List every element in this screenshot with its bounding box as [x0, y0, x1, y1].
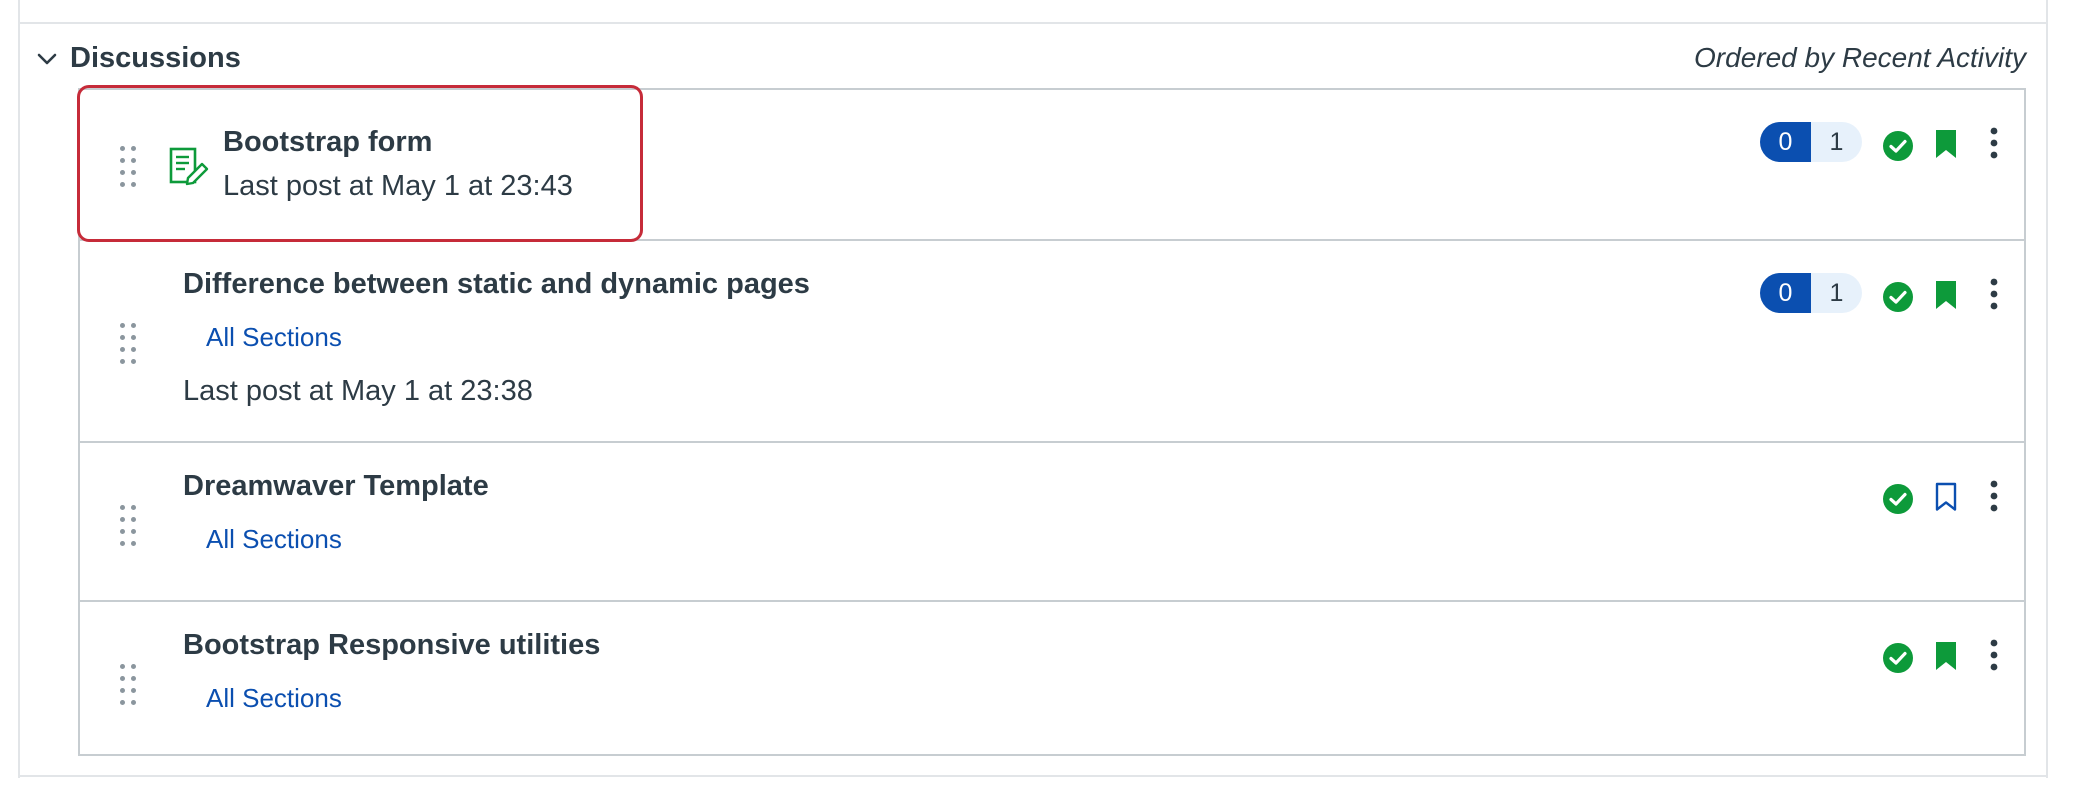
total-count: 1 [1811, 122, 1862, 162]
discussion-row[interactable]: Difference between static and dynamic pa… [80, 241, 2024, 443]
chevron-down-icon[interactable] [36, 48, 58, 70]
subscribed-bookmark-icon[interactable] [1934, 640, 1968, 674]
discussion-title-link[interactable]: Difference between static and dynamic pa… [183, 268, 810, 301]
sections-link[interactable]: All Sections [206, 524, 342, 555]
divider [18, 22, 2046, 24]
drag-handle-icon[interactable] [120, 505, 138, 549]
order-label: Ordered by Recent Activity [1694, 42, 2026, 73]
drag-handle-icon[interactable] [120, 664, 138, 708]
more-options-icon[interactable] [1988, 479, 2022, 513]
published-check-icon[interactable] [1882, 483, 1916, 517]
unread-count: 0 [1760, 273, 1811, 313]
published-check-icon[interactable] [1882, 642, 1916, 676]
unread-count: 0 [1760, 122, 1811, 162]
last-post-text: Last post at May 1 at 23:38 [183, 375, 533, 407]
unread-count-badge: 0 1 [1760, 273, 1862, 313]
more-options-icon[interactable] [1988, 126, 2022, 160]
sections-link[interactable]: All Sections [206, 683, 342, 714]
divider [18, 775, 2046, 777]
subscribed-bookmark-icon[interactable] [1934, 128, 1968, 162]
discussion-row[interactable]: Dreamwaver Template All Sections [80, 443, 2024, 602]
drag-handle-icon[interactable] [120, 323, 138, 367]
discussion-title-link[interactable]: Bootstrap Responsive utilities [183, 629, 600, 662]
published-check-icon[interactable] [1882, 130, 1916, 164]
published-check-icon[interactable] [1882, 281, 1916, 315]
more-options-icon[interactable] [1988, 638, 2022, 672]
total-count: 1 [1811, 273, 1862, 313]
more-options-icon[interactable] [1988, 277, 2022, 311]
focus-highlight [77, 85, 643, 242]
discussions-section-header: Discussions Ordered by Recent Activity [36, 40, 2026, 80]
discussion-row[interactable]: Bootstrap Responsive utilities All Secti… [80, 602, 2024, 756]
unread-count-badge: 0 1 [1760, 122, 1862, 162]
unsubscribed-bookmark-icon[interactable] [1934, 481, 1968, 515]
section-title[interactable]: Discussions [70, 42, 241, 75]
sections-link[interactable]: All Sections [206, 322, 342, 353]
discussion-title-link[interactable]: Dreamwaver Template [183, 470, 489, 503]
subscribed-bookmark-icon[interactable] [1934, 279, 1968, 313]
